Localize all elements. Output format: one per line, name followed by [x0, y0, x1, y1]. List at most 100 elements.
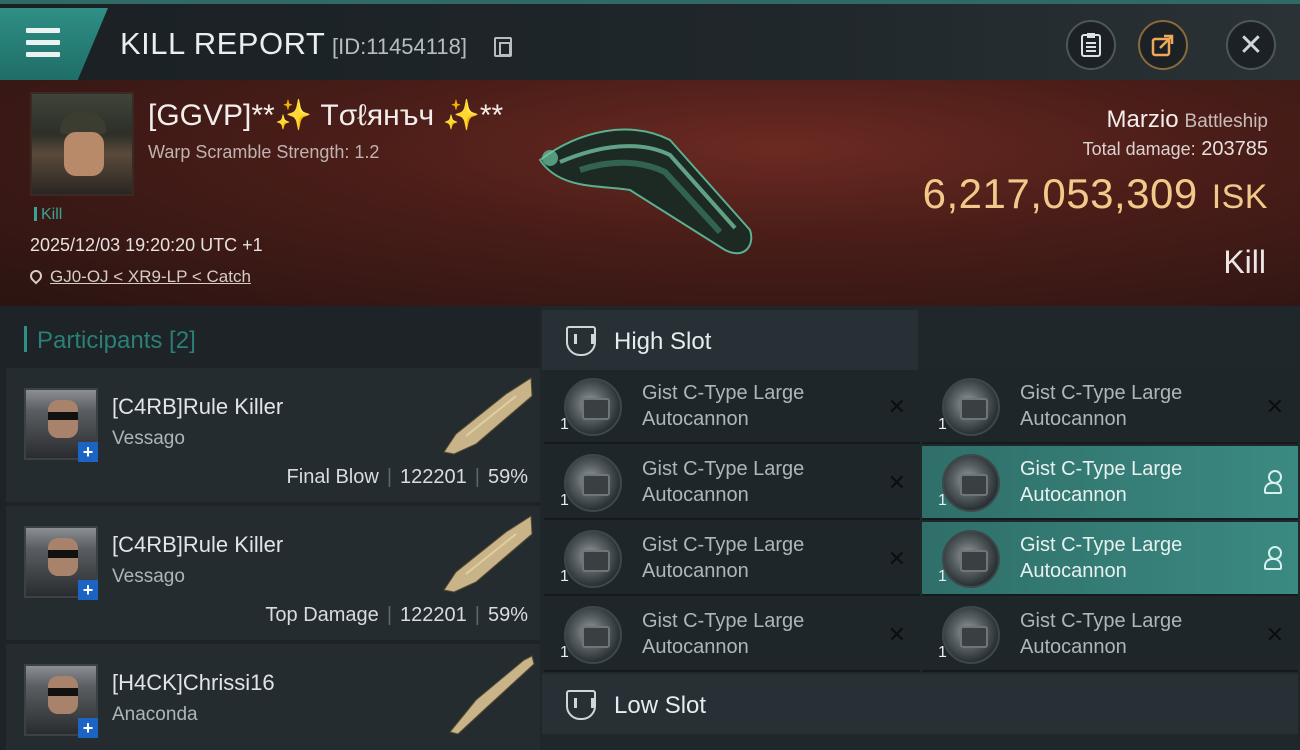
dropped-icon: [1264, 546, 1282, 570]
item-quantity: 1: [560, 568, 569, 585]
high-slot-icon: [566, 326, 596, 356]
clipboard-button[interactable]: [1066, 20, 1116, 70]
isk-amount: 6,217,053,309: [922, 170, 1198, 217]
autocannon-icon: [942, 378, 1000, 436]
isk-currency: ISK: [1211, 178, 1268, 216]
item-quantity: 1: [938, 492, 947, 509]
add-contact-icon[interactable]: +: [78, 442, 98, 462]
item-quantity: 1: [560, 416, 569, 433]
item-quantity: 1: [938, 416, 947, 433]
close-button[interactable]: ✕: [1226, 20, 1276, 70]
location: GJ0-OJ < XR9-LP < Catch: [27, 267, 251, 287]
ship-class: Battleship: [1184, 111, 1268, 132]
slot-item[interactable]: 1 Gist C-Type Large Autocannon ✕: [544, 522, 920, 596]
participant-role: Top Damage: [265, 604, 379, 626]
item-name: Gist C-Type Large Autocannon: [642, 458, 805, 506]
destroyed-icon: ✕: [887, 394, 906, 419]
menu-icon: [26, 28, 60, 64]
participant-ship: Vessago: [112, 566, 185, 587]
slot-item[interactable]: 1 Gist C-Type Large Autocannon ✕: [544, 446, 920, 520]
participant-ship: Vessago: [112, 428, 185, 449]
high-slot-title: High Slot: [614, 328, 712, 355]
high-slot-header: High Slot: [542, 310, 918, 370]
participant-card[interactable]: + [C4RB]Rule Killer Vessago Final Blow | 1…: [6, 368, 540, 502]
kill-datetime: 2025/12/03 19:20:20 UTC +1: [30, 235, 263, 255]
item-name: Gist C-Type Large Autocannon: [1020, 534, 1183, 582]
participant-ship-image: [449, 655, 535, 735]
item-quantity: 1: [560, 492, 569, 509]
destroyed-icon: ✕: [1265, 622, 1284, 647]
low-slot-header: Low Slot: [542, 674, 1298, 734]
copy-icon[interactable]: [494, 37, 512, 57]
location-link[interactable]: GJ0-OJ < XR9-LP < Catch: [50, 267, 251, 286]
ship-name[interactable]: Marzio: [1107, 106, 1179, 133]
autocannon-icon: [942, 530, 1000, 588]
add-contact-icon[interactable]: +: [78, 580, 98, 600]
kill-tag: Kill: [34, 206, 62, 224]
slot-item[interactable]: 1 Gist C-Type Large Autocannon ✕: [922, 370, 1298, 444]
destroyed-icon: ✕: [887, 546, 906, 571]
participant-ship: Anaconda: [112, 704, 198, 725]
participant-name: [C4RB]Rule Killer: [112, 532, 284, 557]
participant-percent: 59%: [487, 466, 528, 488]
share-button[interactable]: [1138, 20, 1188, 70]
slot-item[interactable]: 1 Gist C-Type Large Autocannon ✕: [544, 598, 920, 672]
autocannon-icon: [564, 606, 622, 664]
item-name: Gist C-Type Large Autocannon: [642, 610, 805, 658]
autocannon-icon: [942, 606, 1000, 664]
item-quantity: 1: [560, 644, 569, 661]
autocannon-icon: [564, 378, 622, 436]
victim-ship-image: [538, 128, 753, 255]
autocannon-icon: [564, 454, 622, 512]
participant-stats: Top Damage | 122201 | 59%: [265, 604, 528, 626]
victim-ship: Marzio Battleship: [1107, 106, 1268, 134]
item-name: Gist C-Type Large Autocannon: [642, 534, 805, 582]
total-damage: Total damage: 203785: [1083, 138, 1268, 161]
clipboard-icon: [1081, 33, 1101, 57]
victim-name[interactable]: [GGVP]**✨ Тσℓянъч ✨**: [148, 98, 503, 133]
participant-damage: 122201: [400, 466, 467, 488]
participant-name: [H4CK]Chrissi16: [112, 670, 275, 695]
slot-item[interactable]: 1 Gist C-Type Large Autocannon: [922, 522, 1298, 596]
participant-stats: Final Blow | 122201 | 59%: [286, 466, 528, 488]
total-damage-label: Total damage:: [1082, 139, 1196, 159]
participant-percent: 59%: [487, 604, 528, 626]
page-title: KILL REPORT: [120, 26, 326, 61]
destroyed-icon: ✕: [887, 622, 906, 647]
participant-card[interactable]: + [C4RB]Rule Killer Vessago Top Damage | 1…: [6, 506, 540, 640]
participants-panel: Participants [2] + [C4RB]Rule Killer Ves…: [0, 306, 540, 750]
dropped-icon: [1264, 470, 1282, 494]
location-pin-icon: [27, 267, 45, 285]
item-name: Gist C-Type Large Autocannon: [642, 382, 805, 430]
item-quantity: 1: [938, 568, 947, 585]
close-icon: ✕: [1238, 28, 1264, 62]
item-quantity: 1: [938, 644, 947, 661]
menu-button[interactable]: [0, 8, 108, 80]
total-damage-value: 203785: [1201, 138, 1268, 160]
slot-item[interactable]: 1 Gist C-Type Large Autocannon: [922, 446, 1298, 520]
low-slot-title: Low Slot: [614, 692, 707, 719]
warp-scramble-text: Warp Scramble Strength: 1.2: [148, 142, 380, 162]
participant-damage: 122201: [400, 604, 467, 626]
participant-card[interactable]: + [H4CK]Chrissi16 Anaconda: [6, 644, 540, 750]
add-contact-icon[interactable]: +: [78, 718, 98, 738]
participant-role: Final Blow: [286, 466, 379, 488]
participants-title: Participants [2]: [24, 326, 196, 355]
autocannon-icon: [564, 530, 622, 588]
participant-ship-image: [443, 377, 533, 455]
share-icon: [1151, 34, 1174, 57]
destroyed-icon: ✕: [887, 470, 906, 495]
report-id: [ID:11454118]: [332, 34, 467, 59]
item-name: Gist C-Type Large Autocannon: [1020, 458, 1183, 506]
victim-banner: [GGVP]**✨ Тσℓянъч ✨** Warp Scramble Stre…: [0, 80, 1300, 306]
header-bar: KILL REPORT [ID:11454118] ✕: [0, 0, 1300, 80]
victim-avatar[interactable]: [30, 92, 134, 196]
fitting-panel: High Slot 1 Gist C-Type Large Autocannon …: [540, 306, 1300, 750]
slot-item[interactable]: 1 Gist C-Type Large Autocannon ✕: [922, 598, 1298, 672]
isk-value: 6,217,053,309 ISK: [923, 170, 1268, 218]
result-label: Kill: [1223, 244, 1266, 280]
destroyed-icon: ✕: [1265, 394, 1284, 419]
slot-item[interactable]: 1 Gist C-Type Large Autocannon ✕: [544, 370, 920, 444]
autocannon-icon: [942, 454, 1000, 512]
low-slot-icon: [566, 690, 596, 720]
